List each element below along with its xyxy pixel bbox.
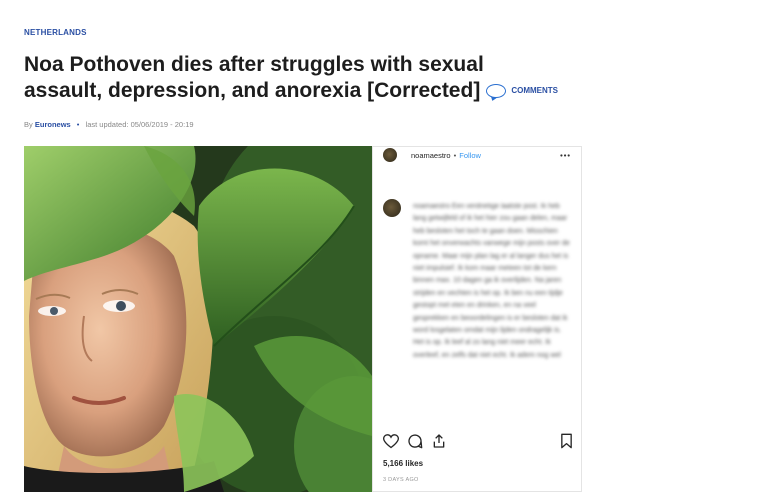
article-kicker[interactable]: NETHERLANDS bbox=[24, 28, 87, 37]
byline-prefix: By bbox=[24, 120, 33, 129]
byline-updated: last updated: 05/06/2019 - 20:19 bbox=[85, 120, 194, 129]
comment-bubble-icon bbox=[486, 84, 507, 99]
caption-avatar[interactable] bbox=[383, 199, 401, 217]
comments-link[interactable]: COMMENTS bbox=[486, 78, 558, 104]
instagram-caption: noamaestro Een verdrietige laatste post.… bbox=[413, 203, 570, 359]
byline-dot: • bbox=[76, 120, 80, 129]
header-separator: • bbox=[453, 150, 457, 160]
portrait-image bbox=[24, 146, 372, 492]
instagram-caption-area: noamaestro Een verdrietige laatste post.… bbox=[373, 177, 583, 427]
article-photo bbox=[24, 146, 372, 492]
byline: By Euronews • last updated: 05/06/2019 -… bbox=[24, 120, 194, 129]
instagram-actions bbox=[383, 433, 573, 449]
comment-icon[interactable] bbox=[407, 433, 423, 449]
profile-avatar[interactable] bbox=[383, 148, 397, 162]
comments-label: COMMENTS bbox=[511, 86, 558, 96]
instagram-username[interactable]: noamaestro bbox=[411, 151, 451, 160]
instagram-header: noamaestro • Follow ••• bbox=[373, 147, 581, 163]
bookmark-icon[interactable] bbox=[560, 433, 573, 449]
more-options-icon[interactable]: ••• bbox=[560, 151, 571, 160]
headline-text: Noa Pothoven dies after struggles with s… bbox=[24, 53, 484, 102]
byline-source[interactable]: Euronews bbox=[35, 120, 71, 129]
article-headline: Noa Pothoven dies after struggles with s… bbox=[24, 52, 564, 104]
instagram-embed: noamaestro • Follow ••• noamaestro Een v… bbox=[372, 146, 582, 492]
follow-link[interactable]: Follow bbox=[459, 151, 481, 160]
share-icon[interactable] bbox=[431, 433, 447, 449]
heart-icon[interactable] bbox=[383, 433, 399, 449]
likes-count[interactable]: 5,166 likes bbox=[383, 459, 423, 468]
post-timestamp: 3 DAYS AGO bbox=[383, 477, 419, 483]
